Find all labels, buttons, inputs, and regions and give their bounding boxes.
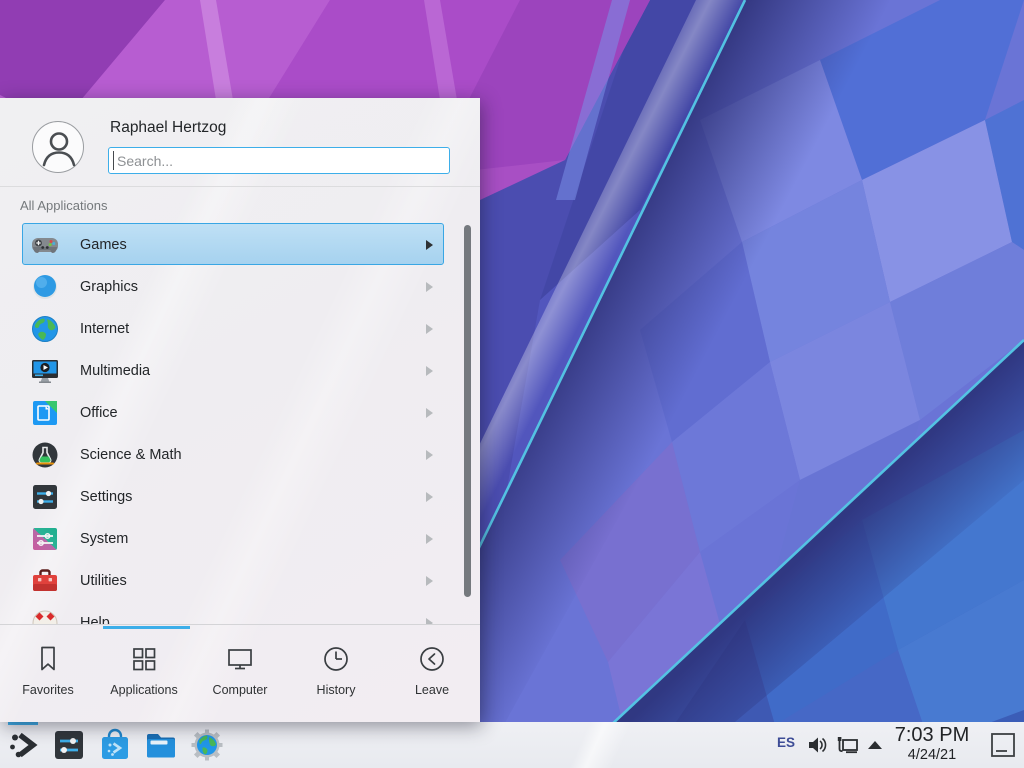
submenu-arrow-icon bbox=[426, 534, 433, 544]
tab-label: Favorites bbox=[22, 683, 73, 697]
tab-applications[interactable]: Applications bbox=[96, 629, 192, 722]
category-label: Internet bbox=[80, 308, 129, 350]
flask-icon bbox=[31, 441, 59, 469]
user-name: Raphael Hertzog bbox=[110, 119, 226, 137]
discover-icon[interactable] bbox=[98, 728, 132, 762]
category-row-help[interactable]: Help bbox=[22, 601, 444, 624]
network-icon[interactable] bbox=[836, 734, 860, 756]
leave-icon bbox=[417, 644, 447, 674]
multimedia-icon bbox=[31, 357, 59, 385]
tab-leave[interactable]: Leave bbox=[384, 629, 480, 722]
kickoff-tab-bar: Favorites Applications Computer bbox=[0, 629, 480, 722]
file-manager-icon[interactable] bbox=[144, 728, 178, 762]
tab-label: Leave bbox=[415, 683, 449, 697]
category-row-utilities[interactable]: Utilities bbox=[22, 559, 444, 601]
tab-history[interactable]: History bbox=[288, 629, 384, 722]
taskbar-panel: ES 7:03 PM 4/24/21 bbox=[0, 722, 1024, 768]
category-label: Science & Math bbox=[80, 434, 182, 476]
category-label: Office bbox=[80, 392, 118, 434]
category-label: Games bbox=[80, 224, 127, 266]
submenu-arrow-icon bbox=[426, 324, 433, 334]
tab-computer[interactable]: Computer bbox=[192, 629, 288, 722]
submenu-arrow-icon bbox=[426, 282, 433, 292]
text-cursor bbox=[113, 151, 114, 170]
user-avatar[interactable] bbox=[32, 121, 84, 173]
submenu-arrow-icon bbox=[426, 366, 433, 376]
submenu-arrow-icon bbox=[426, 240, 433, 250]
person-icon bbox=[33, 122, 85, 174]
clock-date: 4/24/21 bbox=[886, 747, 978, 764]
category-row-graphics[interactable]: Graphics bbox=[22, 265, 444, 307]
search-input[interactable] bbox=[108, 147, 450, 174]
browser-icon[interactable] bbox=[190, 728, 224, 762]
submenu-arrow-icon bbox=[426, 492, 433, 502]
category-label: System bbox=[80, 518, 128, 560]
list-scrollbar[interactable] bbox=[464, 225, 471, 597]
category-row-internet[interactable]: Internet bbox=[22, 307, 444, 349]
monitor-icon bbox=[225, 644, 255, 674]
menu-header: Raphael Hertzog bbox=[0, 98, 480, 186]
show-desktop-button[interactable] bbox=[990, 732, 1016, 758]
volume-icon[interactable] bbox=[806, 734, 828, 756]
footer-divider bbox=[0, 624, 480, 625]
category-row-games[interactable]: Games bbox=[22, 223, 444, 265]
expand-arrow-icon[interactable] bbox=[866, 739, 884, 751]
gamepad-icon bbox=[31, 231, 59, 259]
digital-clock[interactable]: 7:03 PM 4/24/21 bbox=[886, 724, 978, 764]
tab-label: Applications bbox=[110, 683, 177, 697]
category-label: Help bbox=[80, 602, 110, 624]
toolbox-icon bbox=[31, 567, 59, 595]
category-row-multimedia[interactable]: Multimedia bbox=[22, 349, 444, 391]
submenu-arrow-icon bbox=[426, 450, 433, 460]
category-row-science[interactable]: Science & Math bbox=[22, 433, 444, 475]
kde-launcher-icon[interactable] bbox=[6, 728, 40, 762]
category-row-settings[interactable]: Settings bbox=[22, 475, 444, 517]
tab-label: History bbox=[317, 683, 356, 697]
submenu-arrow-icon bbox=[426, 576, 433, 586]
category-row-office[interactable]: Office bbox=[22, 391, 444, 433]
category-label: Graphics bbox=[80, 266, 138, 308]
tab-favorites[interactable]: Favorites bbox=[0, 629, 96, 722]
launcher-active-indicator bbox=[8, 722, 38, 725]
category-row-system[interactable]: System bbox=[22, 517, 444, 559]
grid-icon bbox=[129, 644, 159, 674]
tab-label: Computer bbox=[213, 683, 268, 697]
lifebuoy-icon bbox=[31, 609, 59, 624]
system-settings-icon[interactable] bbox=[52, 728, 86, 762]
category-label: Settings bbox=[80, 476, 132, 518]
header-divider bbox=[0, 186, 480, 187]
office-icon bbox=[31, 399, 59, 427]
kickoff-launcher-menu: Raphael Hertzog All Applications Games bbox=[0, 98, 480, 722]
application-category-list: Games Graphics Internet bbox=[0, 223, 480, 624]
clock-icon bbox=[321, 644, 351, 674]
category-label: Utilities bbox=[80, 560, 127, 602]
bookmark-icon bbox=[33, 644, 63, 674]
settings-icon bbox=[31, 483, 59, 511]
submenu-arrow-icon bbox=[426, 408, 433, 418]
category-label: Multimedia bbox=[80, 350, 150, 392]
sphere-icon bbox=[31, 273, 59, 301]
keyboard-layout-indicator[interactable]: ES bbox=[777, 735, 795, 750]
globe-icon bbox=[31, 315, 59, 343]
clock-time: 7:03 PM bbox=[886, 724, 978, 747]
section-label: All Applications bbox=[20, 198, 107, 213]
system-icon bbox=[31, 525, 59, 553]
